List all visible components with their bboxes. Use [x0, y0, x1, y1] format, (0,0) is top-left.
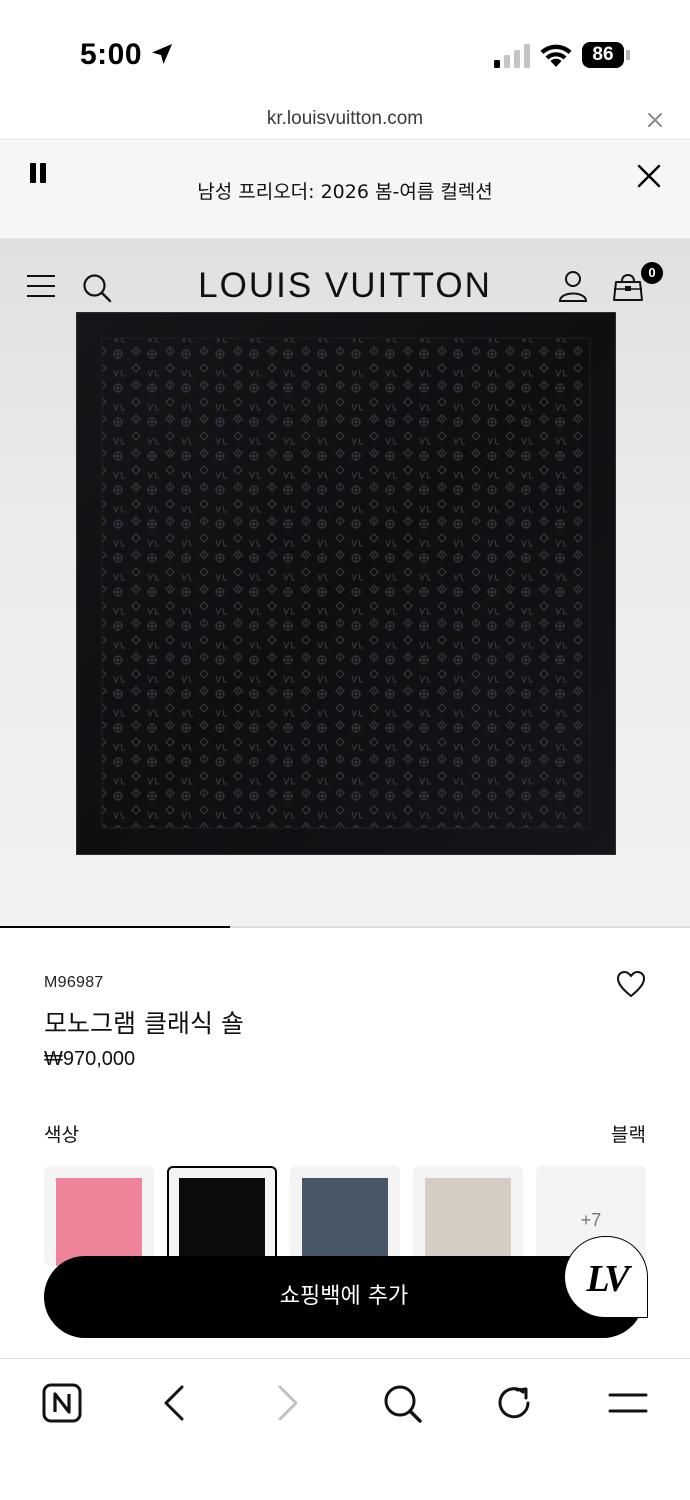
battery-cap: [626, 50, 630, 60]
battery-icon: 86: [582, 42, 630, 68]
location-arrow-icon: [152, 44, 172, 64]
lv-monogram-logo: LV: [586, 1258, 629, 1300]
refresh-icon[interactable]: [492, 1381, 536, 1425]
color-swatch-black[interactable]: [167, 1166, 277, 1266]
search-icon[interactable]: [380, 1381, 424, 1425]
wifi-icon: [540, 44, 572, 67]
shopping-bag-icon[interactable]: [612, 272, 644, 302]
carousel-progress: [0, 926, 690, 928]
color-label: 색상: [44, 1124, 79, 1146]
swatch-color-black: [179, 1178, 265, 1264]
color-swatch-denim[interactable]: [290, 1166, 400, 1266]
product-sku: M96987: [44, 974, 104, 991]
lv-assistant-button[interactable]: LV: [564, 1236, 648, 1318]
product-image-shawl: [76, 312, 616, 855]
n-logo-icon[interactable]: [40, 1381, 84, 1425]
close-icon[interactable]: [636, 163, 662, 189]
swatch-color-pink: [56, 1178, 142, 1266]
battery-level: 86: [582, 42, 624, 68]
menu-icon[interactable]: [606, 1381, 650, 1425]
product-price: ₩970,000: [44, 1048, 136, 1070]
swatch-color-beige: [425, 1178, 511, 1266]
browser-toolbar: [0, 1358, 690, 1500]
cellular-signal-icon: [494, 44, 530, 68]
bag-count-badge: 0: [641, 262, 663, 284]
color-swatch-pink[interactable]: [44, 1166, 154, 1266]
selected-color: 블랙: [611, 1124, 646, 1146]
color-swatch-list: +7: [44, 1166, 646, 1266]
carousel-progress-fill: [0, 926, 230, 928]
heart-icon[interactable]: [616, 970, 646, 998]
add-to-bag-button[interactable]: 쇼핑백에 추가: [44, 1256, 644, 1338]
swatch-color-denim: [302, 1178, 388, 1266]
url-bar[interactable]: kr.louisvuitton.com: [0, 100, 690, 140]
back-icon[interactable]: [152, 1381, 196, 1425]
status-bar: 5:00 86: [0, 0, 690, 100]
account-icon[interactable]: [558, 270, 588, 302]
forward-icon[interactable]: [266, 1381, 310, 1425]
url-text[interactable]: kr.louisvuitton.com: [0, 108, 690, 130]
color-swatch-beige[interactable]: [413, 1166, 523, 1266]
product-image-carousel[interactable]: LOUIS VUITTON 0: [0, 238, 690, 928]
announcement-banner: 남성 프리오더: 2026 봄-여름 컬렉션: [0, 141, 690, 238]
product-name: 모노그램 클래식 숄: [44, 1009, 244, 1038]
status-time: 5:00: [80, 38, 143, 71]
close-icon[interactable]: [645, 110, 665, 130]
announcement-text[interactable]: 남성 프리오더: 2026 봄-여름 컬렉션: [0, 177, 690, 204]
more-colors-label: +7: [580, 1210, 602, 1230]
